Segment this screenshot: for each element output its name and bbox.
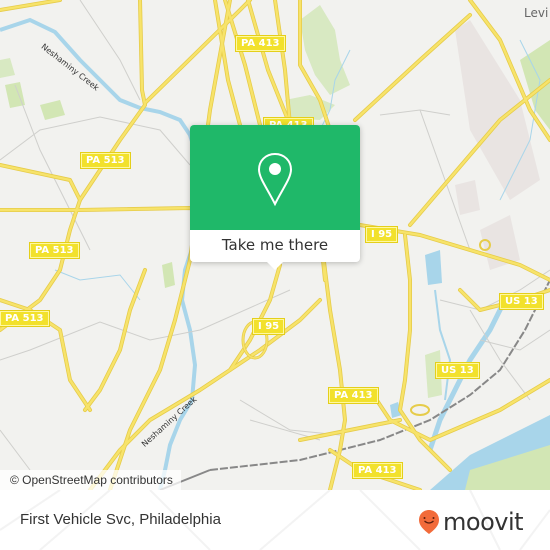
map-view[interactable]: Levi Neshaminy Creek Neshaminy Creek PA … [0,0,550,490]
route-shield-i-95: I 95 [364,226,399,243]
footer-bar: First Vehicle Svc, Philadelphia moovit [0,490,550,550]
moovit-logo[interactable]: moovit [418,508,524,536]
place-label-levittown: Levi [524,6,549,20]
park-area [0,58,15,78]
location-popup: Take me there [190,125,360,270]
pond [425,250,442,285]
industrial-area [455,20,540,200]
take-me-there-button[interactable]: Take me there [190,230,360,262]
map-pin-icon [257,152,293,207]
route-shield-pa-413: PA 413 [328,387,379,404]
moovit-wordmark: moovit [443,508,524,536]
route-shield-i-95: I 95 [251,318,286,335]
route-shield-pa-513: PA 513 [80,152,131,169]
route-shield-pa-513: PA 513 [0,310,50,327]
location-title: First Vehicle Svc, Philadelphia [20,511,221,528]
route-shield-pa-513: PA 513 [29,242,80,259]
stream [54,269,141,301]
route-shield-pa-413: PA 413 [235,35,286,52]
route-shield-us-13: US 13 [435,362,480,379]
park-area [40,100,65,120]
route-shield-us-13: US 13 [499,293,544,310]
map-attribution[interactable]: © OpenStreetMap contributors [0,470,181,490]
popup-pointer [267,262,283,270]
moovit-pin-icon [419,510,439,534]
popup-header [190,125,360,230]
industrial-area [455,180,480,215]
route-shield-pa-413: PA 413 [352,462,403,479]
park-area [162,262,175,288]
